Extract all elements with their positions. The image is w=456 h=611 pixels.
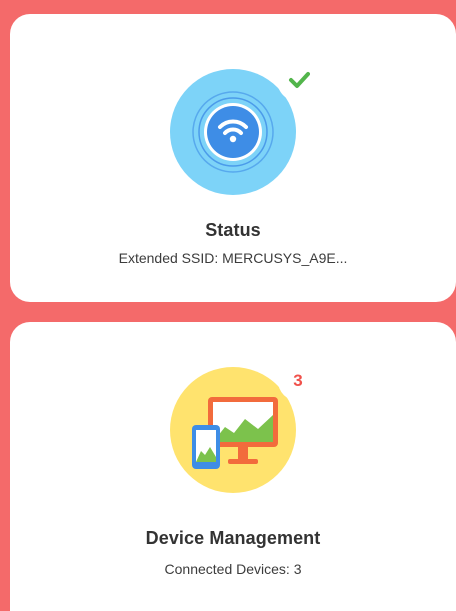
status-card[interactable]: Status Extended SSID: MERCUSYS_A9E... — [10, 14, 456, 302]
status-badge — [277, 58, 321, 102]
devices-icon — [170, 367, 296, 493]
connected-devices-text: Connected Devices: 3 — [164, 561, 302, 577]
device-management-title: Device Management — [145, 528, 321, 548]
device-management-card[interactable]: 3 Device Management Connected Devices: 3 — [10, 322, 456, 611]
wifi-icon — [170, 69, 296, 195]
extended-ssid-text: Extended SSID: MERCUSYS_A9E... — [118, 250, 348, 266]
connected-count-badge: 3 — [278, 361, 318, 401]
checkmark-icon — [289, 72, 310, 88]
status-title: Status — [205, 220, 261, 240]
